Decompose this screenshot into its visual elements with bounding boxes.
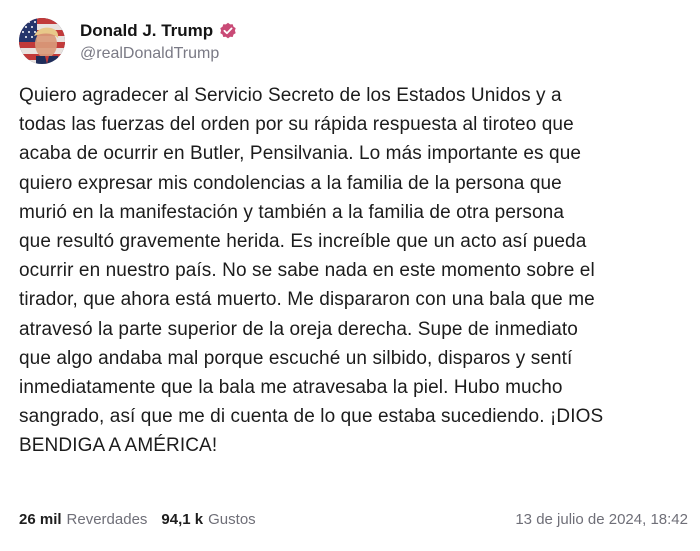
reposts-stat[interactable]: 26 mil Reverdades xyxy=(19,511,147,528)
post-footer: 26 mil Reverdades 94,1 k Gustos 13 de ju… xyxy=(19,508,688,530)
post-header: Donald J. Trump @realDonaldTrump xyxy=(19,16,237,66)
reposts-label: Reverdades xyxy=(66,510,148,528)
author-names: Donald J. Trump @realDonaldTrump xyxy=(80,19,237,63)
post-timestamp[interactable]: 13 de julio de 2024, 18:42 xyxy=(515,511,688,528)
name-row: Donald J. Trump xyxy=(80,19,237,43)
author-handle[interactable]: @realDonaldTrump xyxy=(80,45,237,63)
post-body-text: Quiero agradecer al Servicio Secreto de … xyxy=(19,85,604,457)
avatar-image xyxy=(19,18,65,64)
display-name[interactable]: Donald J. Trump xyxy=(80,21,213,41)
profile-avatar[interactable] xyxy=(19,18,65,64)
verified-badge-icon xyxy=(219,22,237,40)
reposts-count: 26 mil xyxy=(19,510,62,528)
post-card: Donald J. Trump @realDonaldTrump Quiero … xyxy=(0,0,700,551)
likes-count: 94,1 k xyxy=(161,510,204,528)
likes-label: Gustos xyxy=(208,510,256,528)
likes-stat[interactable]: 94,1 k Gustos xyxy=(161,511,255,528)
